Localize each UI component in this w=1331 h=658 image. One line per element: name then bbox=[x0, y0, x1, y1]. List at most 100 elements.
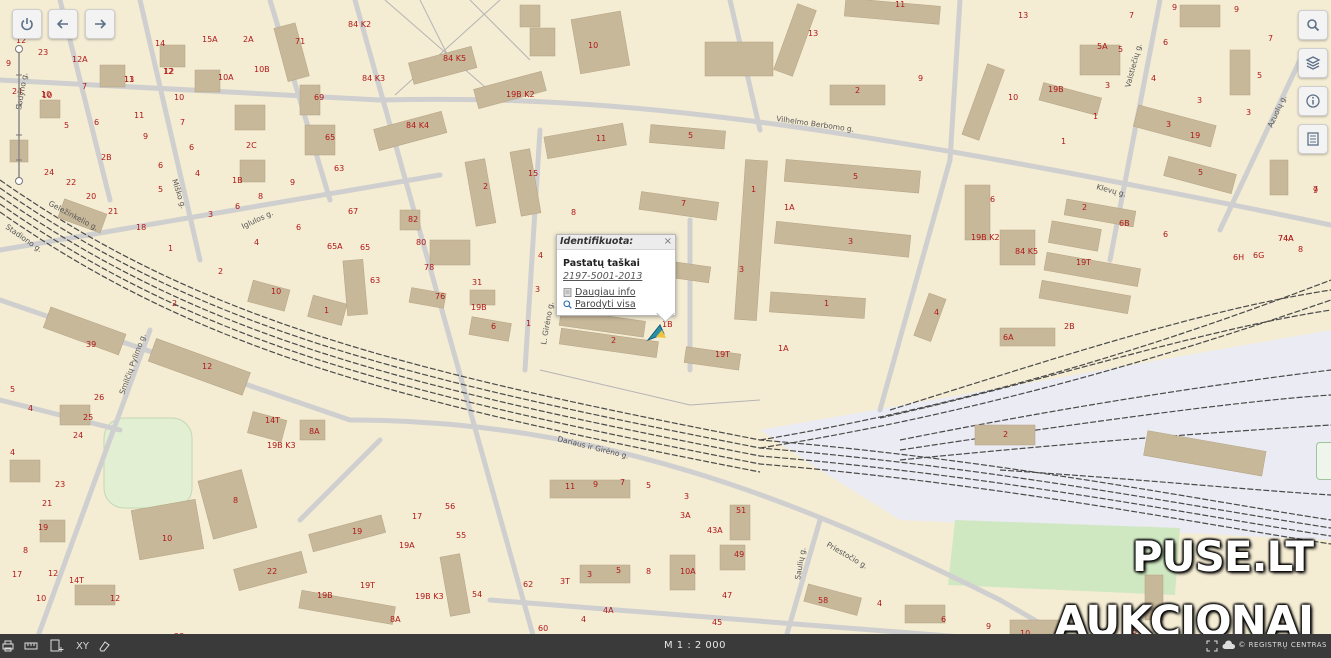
map-label: 84 K5 bbox=[443, 54, 466, 63]
map-label: 12 bbox=[202, 362, 212, 371]
map-label: 4 bbox=[581, 615, 586, 624]
map-label: 19T bbox=[715, 350, 730, 359]
show-all-link[interactable]: Parodyti visa bbox=[563, 299, 675, 310]
search-button[interactable] bbox=[1298, 10, 1328, 40]
add-document-button[interactable] bbox=[50, 638, 64, 654]
map-label: 74A bbox=[1278, 234, 1294, 243]
map-label: 5 bbox=[1198, 168, 1203, 177]
map-label: 6G bbox=[1253, 251, 1264, 260]
map-label: 9 bbox=[1172, 3, 1177, 12]
map-label: 63 bbox=[334, 164, 344, 173]
map-label: 8 bbox=[646, 567, 651, 576]
map-label: 10 bbox=[174, 93, 184, 102]
map-label: 6 bbox=[235, 202, 240, 211]
map-label: 58 bbox=[818, 596, 828, 605]
copyright-icon: © bbox=[1238, 641, 1246, 649]
map-label: 4 bbox=[10, 448, 15, 457]
map-label: 43A bbox=[707, 526, 723, 535]
map-label: 5 bbox=[64, 121, 69, 130]
map-label: 3 bbox=[1197, 96, 1202, 105]
arrow-right-icon bbox=[95, 19, 107, 29]
map-label: 7 bbox=[1129, 11, 1134, 20]
xy-button[interactable]: XY bbox=[76, 638, 89, 654]
side-panel-tab[interactable] bbox=[1316, 442, 1331, 480]
zoom-icon bbox=[563, 300, 572, 309]
map-label: 5 bbox=[688, 131, 693, 140]
layers-icon bbox=[1305, 56, 1321, 70]
forward-button[interactable] bbox=[85, 9, 115, 39]
map-label: 4 bbox=[195, 169, 200, 178]
map-label: 2 bbox=[172, 299, 177, 308]
map-label: 1 bbox=[824, 299, 829, 308]
more-info-link[interactable]: Daugiau info bbox=[563, 287, 675, 298]
map-label: 2C bbox=[246, 141, 257, 150]
map-label: 84 K3 bbox=[362, 74, 385, 83]
map-label: 14T bbox=[69, 576, 84, 585]
map-label: 65 bbox=[325, 133, 335, 142]
map-label: 19B K2 bbox=[506, 90, 535, 99]
map-label: 7 bbox=[1268, 34, 1273, 43]
map-label: 3 bbox=[1105, 81, 1110, 90]
print-button[interactable] bbox=[2, 638, 14, 654]
map-label: 9 bbox=[1234, 5, 1239, 14]
map-label: 19B bbox=[471, 303, 487, 312]
map-label: 22 bbox=[66, 178, 76, 187]
cloud-button[interactable] bbox=[1222, 638, 1236, 654]
layers-button[interactable] bbox=[1298, 48, 1328, 78]
measure-button[interactable] bbox=[24, 638, 38, 654]
map-label: 19 bbox=[38, 523, 48, 532]
map-label: 6H bbox=[1233, 253, 1244, 262]
map-label: 4 bbox=[28, 404, 33, 413]
map-label: 10 bbox=[271, 287, 281, 296]
legend-icon bbox=[1307, 132, 1319, 146]
identify-popup: Identifikuota: × Pastatų taškai 2197-500… bbox=[556, 234, 676, 323]
close-icon[interactable]: × bbox=[664, 235, 672, 249]
map-label: 14 bbox=[155, 39, 165, 48]
map-label: 3 bbox=[587, 570, 592, 579]
map-label: 24 bbox=[73, 431, 83, 440]
map-label: 15 bbox=[528, 169, 538, 178]
zoom-slider[interactable] bbox=[13, 45, 25, 185]
info-button[interactable] bbox=[1298, 86, 1328, 116]
map-label: 49 bbox=[734, 550, 744, 559]
map-label: 51 bbox=[736, 506, 746, 515]
fullscreen-button[interactable] bbox=[1206, 638, 1218, 654]
map-label: 4 bbox=[877, 599, 882, 608]
map-label: 7 bbox=[180, 118, 185, 127]
map-label: 8A bbox=[309, 427, 320, 436]
provider-label: REGISTRŲ CENTRAS bbox=[1248, 641, 1327, 649]
map-label: 4 bbox=[1151, 74, 1156, 83]
map-label: 13 bbox=[124, 75, 134, 84]
legend-button[interactable] bbox=[1298, 124, 1328, 154]
map-label: 9 bbox=[290, 178, 295, 187]
back-button[interactable] bbox=[48, 9, 78, 39]
map-label: 8A bbox=[390, 615, 401, 624]
map-label: 13 bbox=[1018, 11, 1028, 20]
map-label: 19B bbox=[317, 591, 333, 600]
map-label: 10A bbox=[680, 567, 696, 576]
map-label: 84 K4 bbox=[406, 121, 429, 130]
map-label: 10B bbox=[254, 65, 270, 74]
map-label: 2 bbox=[855, 86, 860, 95]
eraser-button[interactable] bbox=[98, 638, 110, 654]
map-label: 2 bbox=[483, 182, 488, 191]
map-label: 62 bbox=[523, 580, 533, 589]
map-label: 17 bbox=[412, 512, 422, 521]
map-label: 11 bbox=[596, 134, 606, 143]
popup-layer-title: Pastatų taškai bbox=[563, 258, 640, 269]
provider-credit: © REGISTRŲ CENTRAS bbox=[1238, 641, 1327, 649]
map-label: 23 bbox=[38, 48, 48, 57]
map-label: 1 bbox=[168, 244, 173, 253]
map-label: 5 bbox=[1118, 45, 1123, 54]
map-label: 8 bbox=[258, 192, 263, 201]
map-label: 5A bbox=[1097, 42, 1108, 51]
power-button[interactable] bbox=[12, 9, 42, 39]
map-label: 14T bbox=[265, 416, 280, 425]
bottom-toolbar: XY M 1 : 2 000 © REGISTRŲ CENTRAS bbox=[0, 634, 1331, 658]
map-label: 26 bbox=[94, 393, 104, 402]
map-label: 24 bbox=[44, 168, 54, 177]
building-code-link[interactable]: 2197-5001-2013 bbox=[563, 271, 675, 282]
watermark-line1: PUSE.LT bbox=[1131, 532, 1314, 581]
map-label: 19B K2 bbox=[971, 233, 1000, 242]
map-label: 56 bbox=[445, 502, 455, 511]
